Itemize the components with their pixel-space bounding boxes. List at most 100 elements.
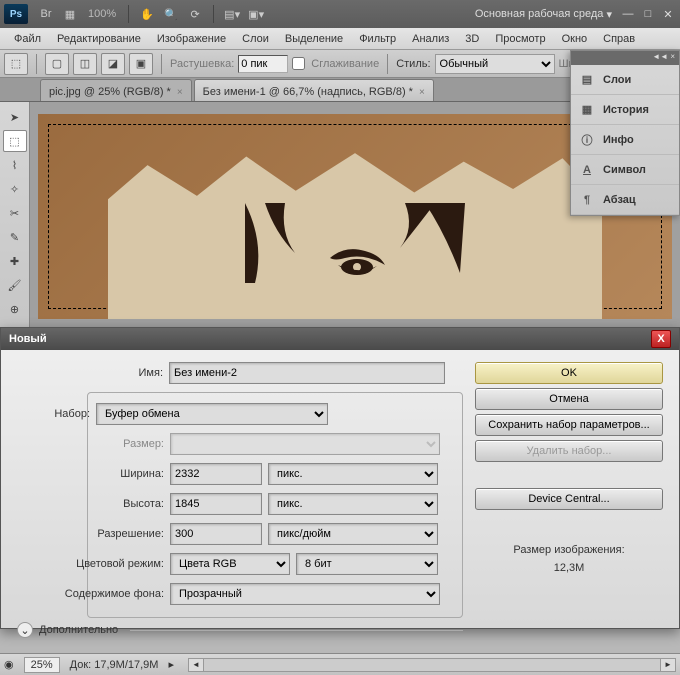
tool-preset-icon[interactable]: ⬚ bbox=[4, 53, 28, 75]
background-select[interactable]: Прозрачный bbox=[170, 583, 440, 605]
minimize-button[interactable]: — bbox=[620, 7, 636, 21]
antialias-label: Сглаживание bbox=[311, 58, 379, 70]
marquee-tool[interactable]: ⬚ bbox=[3, 130, 27, 152]
menu-image[interactable]: Изображение bbox=[149, 31, 234, 47]
document-tab[interactable]: pic.jpg @ 25% (RGB/8) *× bbox=[40, 79, 192, 101]
status-doc-info[interactable]: Док: 17,9M/17,9M bbox=[70, 659, 159, 671]
menu-file[interactable]: Файл bbox=[6, 31, 49, 47]
screen-mode-icon[interactable]: ▦ bbox=[59, 4, 81, 24]
name-label: Имя: bbox=[17, 367, 163, 379]
panel-history[interactable]: ▦ История bbox=[571, 95, 679, 125]
menu-window[interactable]: Окно bbox=[554, 31, 596, 47]
maximize-button[interactable]: □ bbox=[640, 7, 656, 21]
menu-edit[interactable]: Редактирование bbox=[49, 31, 149, 47]
sel-add-icon[interactable]: ◫ bbox=[73, 53, 97, 75]
application-bar: Ps Br ▦ 100% ✋ 🔍 ⟳ ▤▾ ▣▾ Основная рабоча… bbox=[0, 0, 680, 28]
hand-tool-icon[interactable]: ✋ bbox=[136, 4, 158, 24]
style-select[interactable]: Обычный bbox=[435, 54, 555, 74]
background-label: Содержимое фона: bbox=[18, 588, 164, 600]
close-icon[interactable]: × bbox=[177, 87, 183, 98]
dialog-titlebar[interactable]: Новый X bbox=[1, 328, 679, 350]
horizontal-scrollbar[interactable] bbox=[188, 658, 676, 672]
cancel-button[interactable]: Отмена bbox=[475, 388, 663, 410]
heal-tool[interactable]: ✚ bbox=[3, 250, 27, 272]
menu-3d[interactable]: 3D bbox=[457, 31, 487, 47]
dock-header[interactable]: ◄◄ × bbox=[571, 51, 679, 65]
dialog-title-text: Новый bbox=[9, 333, 47, 345]
workspace-switcher[interactable]: Основная рабочая среда ▾ bbox=[475, 8, 612, 21]
crop-tool[interactable]: ✂ bbox=[3, 202, 27, 224]
sel-new-icon[interactable]: ▢ bbox=[45, 53, 69, 75]
resolution-label: Разрешение: bbox=[18, 528, 164, 540]
eyedropper-tool[interactable]: ✎ bbox=[3, 226, 27, 248]
resolution-input[interactable] bbox=[170, 523, 262, 545]
size-select bbox=[170, 433, 440, 455]
height-unit-select[interactable]: пикс. bbox=[268, 493, 438, 515]
status-menu-icon[interactable]: ▸ bbox=[168, 658, 174, 671]
panel-paragraph[interactable]: ¶ Абзац bbox=[571, 185, 679, 215]
lasso-tool[interactable]: ⌇ bbox=[3, 154, 27, 176]
status-camera-icon[interactable]: ◉ bbox=[4, 658, 14, 671]
status-zoom[interactable]: 25% bbox=[24, 657, 60, 673]
menu-view[interactable]: Просмотр bbox=[487, 31, 553, 47]
close-button[interactable]: ✕ bbox=[660, 7, 676, 21]
menu-bar: Файл Редактирование Изображение Слои Выд… bbox=[0, 28, 680, 50]
close-icon[interactable]: × bbox=[419, 87, 425, 98]
tools-panel: ➤ ⬚ ⌇ ✧ ✂ ✎ ✚ 🖌 ⊕ bbox=[0, 102, 30, 327]
screen-layout-icon[interactable]: ▣▾ bbox=[245, 4, 267, 24]
document-tab[interactable]: Без имени-1 @ 66,7% (надпись, RGB/8) *× bbox=[194, 79, 434, 101]
width-input[interactable] bbox=[170, 463, 262, 485]
zoom-tool-icon[interactable]: 🔍 bbox=[160, 4, 182, 24]
status-bar: ◉ 25% Док: 17,9M/17,9M ▸ bbox=[0, 653, 680, 675]
width-label: Ширина: bbox=[18, 468, 164, 480]
image-size-value: 12,3M bbox=[475, 560, 663, 578]
arrange-docs-icon[interactable]: ▤▾ bbox=[221, 4, 243, 24]
menu-filter[interactable]: Фильтр bbox=[351, 31, 404, 47]
height-input[interactable] bbox=[170, 493, 262, 515]
panel-layers[interactable]: ▤ Слои bbox=[571, 65, 679, 95]
character-icon: A bbox=[579, 162, 595, 178]
panel-info[interactable]: ⓘ Инфо bbox=[571, 125, 679, 155]
brush-tool[interactable]: 🖌 bbox=[3, 274, 27, 296]
history-icon: ▦ bbox=[579, 102, 595, 118]
layers-icon: ▤ bbox=[579, 72, 595, 88]
resolution-unit-select[interactable]: пикс/дюйм bbox=[268, 523, 438, 545]
canvas-art-face bbox=[245, 203, 465, 323]
width-unit-select[interactable]: пикс. bbox=[268, 463, 438, 485]
size-label: Размер: bbox=[18, 438, 164, 450]
advanced-label[interactable]: Дополнительно bbox=[39, 624, 118, 636]
panel-character[interactable]: A Символ bbox=[571, 155, 679, 185]
menu-help[interactable]: Справ bbox=[595, 31, 643, 47]
wand-tool[interactable]: ✧ bbox=[3, 178, 27, 200]
rotate-view-icon[interactable]: ⟳ bbox=[184, 4, 206, 24]
delete-preset-button: Удалить набор... bbox=[475, 440, 663, 462]
move-tool[interactable]: ➤ bbox=[3, 106, 27, 128]
height-label: Высота: bbox=[18, 498, 164, 510]
style-label: Стиль: bbox=[396, 58, 430, 70]
preset-select[interactable]: Буфер обмена bbox=[96, 403, 328, 425]
paragraph-icon: ¶ bbox=[579, 192, 595, 208]
menu-analysis[interactable]: Анализ bbox=[404, 31, 457, 47]
menu-layers[interactable]: Слои bbox=[234, 31, 277, 47]
panel-dock: ◄◄ × ▤ Слои ▦ История ⓘ Инфо A Символ ¶ … bbox=[570, 50, 680, 216]
device-central-button[interactable]: Device Central... bbox=[475, 488, 663, 510]
menu-select[interactable]: Выделение bbox=[277, 31, 351, 47]
sel-intersect-icon[interactable]: ▣ bbox=[129, 53, 153, 75]
new-document-dialog: Новый X Имя: Набор: Буфер обмена Размер:… bbox=[0, 327, 680, 629]
sel-subtract-icon[interactable]: ◪ bbox=[101, 53, 125, 75]
antialias-checkbox[interactable] bbox=[292, 57, 305, 70]
advanced-toggle-icon[interactable]: ⌄ bbox=[17, 622, 33, 638]
name-input[interactable] bbox=[169, 362, 445, 384]
color-mode-select[interactable]: Цвета RGB bbox=[170, 553, 290, 575]
ok-button[interactable]: OK bbox=[475, 362, 663, 384]
app-logo: Ps bbox=[4, 4, 28, 24]
image-size-label: Размер изображения: bbox=[475, 542, 663, 560]
stamp-tool[interactable]: ⊕ bbox=[3, 298, 27, 320]
feather-input[interactable] bbox=[238, 55, 288, 73]
dialog-close-button[interactable]: X bbox=[651, 330, 671, 348]
info-icon: ⓘ bbox=[579, 132, 595, 148]
bridge-icon[interactable]: Br bbox=[35, 4, 57, 24]
app-zoom-level[interactable]: 100% bbox=[88, 8, 116, 20]
save-preset-button[interactable]: Сохранить набор параметров... bbox=[475, 414, 663, 436]
bit-depth-select[interactable]: 8 бит bbox=[296, 553, 438, 575]
